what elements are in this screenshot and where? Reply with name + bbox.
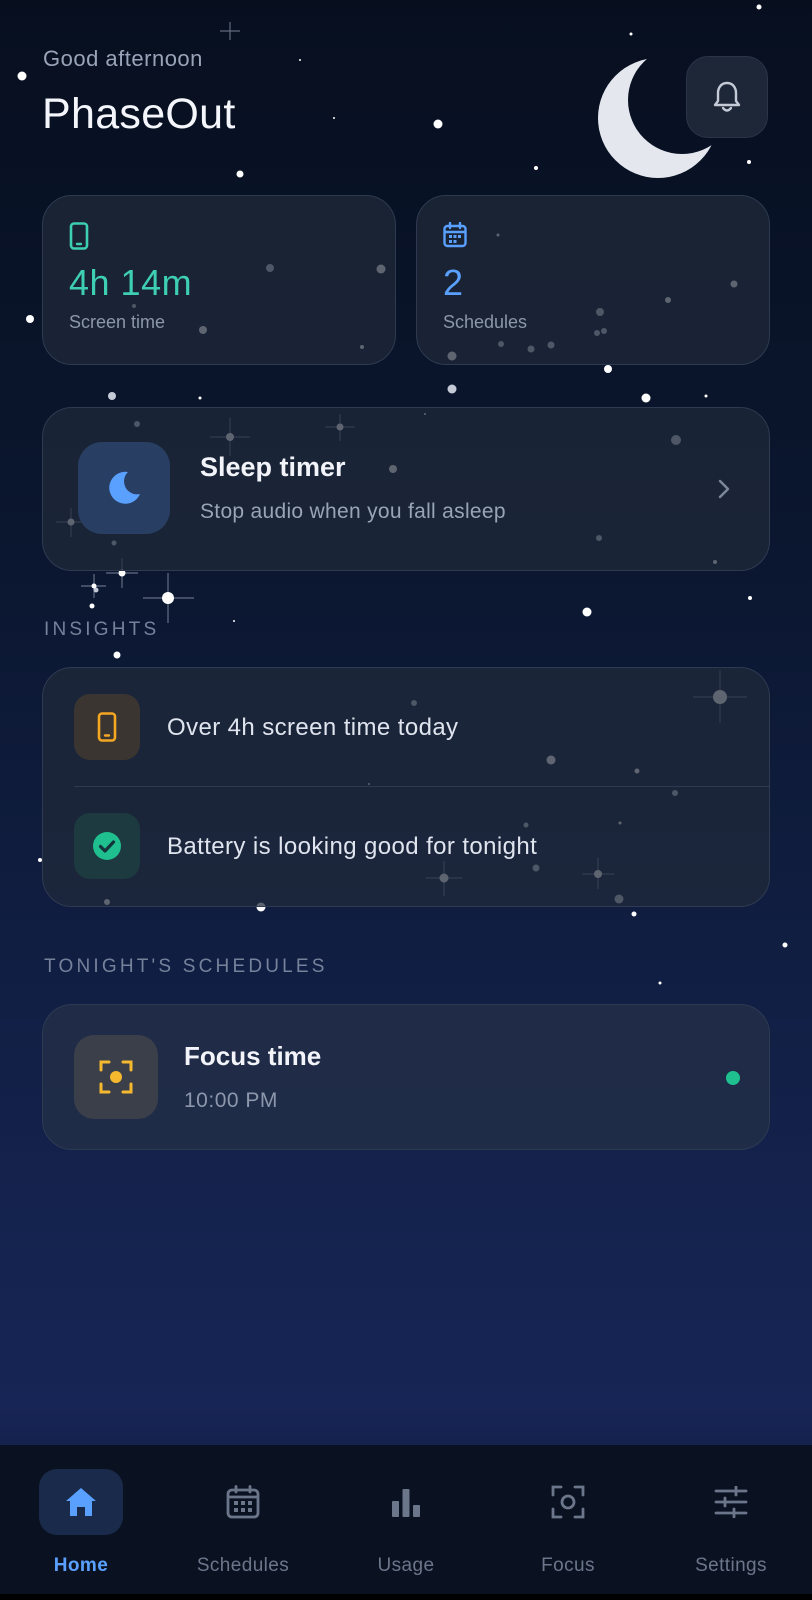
nav-item-usage[interactable]: Usage <box>336 1469 476 1579</box>
sliders-icon <box>714 1486 748 1518</box>
screen-time-label: Screen time <box>69 312 166 332</box>
sleep-timer-subtitle: Stop audio when you fall asleep <box>200 500 506 523</box>
bar-chart-icon <box>392 1489 420 1517</box>
insight-text: Battery is looking good for tonight <box>167 833 538 860</box>
app-screen: Good afternoon PhaseOut 4h 14m Screen ti… <box>0 0 812 1600</box>
check-circle-icon <box>93 832 121 860</box>
schedule-time: 10:00 PM <box>184 1089 278 1112</box>
focus-icon <box>99 1060 133 1094</box>
schedules-card[interactable]: 2 Schedules <box>416 195 770 365</box>
nav-icon-wrap <box>39 1469 123 1535</box>
insight-row[interactable]: Over 4h screen time today <box>43 668 769 787</box>
schedule-status-dot <box>726 1071 740 1085</box>
bell-icon <box>713 81 741 112</box>
home-icon <box>66 1488 96 1516</box>
sleep-timer-icon-box <box>78 442 170 534</box>
insights-card: Over 4h screen time today Battery is loo… <box>42 667 770 907</box>
schedule-card-focus[interactable]: Focus time 10:00 PM <box>42 1004 770 1150</box>
nav-icon-wrap <box>364 1469 448 1535</box>
nav-label-focus: Focus <box>541 1555 595 1576</box>
phone-icon <box>69 222 89 250</box>
schedule-title: Focus time <box>184 1041 322 1071</box>
sleep-timer-card[interactable]: Sleep timer Stop audio when you fall asl… <box>42 407 770 571</box>
nav-label-home: Home <box>53 1555 109 1576</box>
nav-icon-wrap <box>526 1469 610 1535</box>
nav-label-schedules: Schedules <box>196 1555 290 1576</box>
screen-time-card[interactable]: 4h 14m Screen time <box>42 195 396 365</box>
nav-item-home[interactable]: Home <box>11 1469 151 1579</box>
schedules-label: Schedules <box>443 312 528 332</box>
insight-text: Over 4h screen time today <box>167 714 459 741</box>
bottom-nav: Home Schedules Usage Focus Settings <box>0 1445 812 1600</box>
nav-item-schedules[interactable]: Schedules <box>173 1469 313 1579</box>
notifications-button[interactable] <box>686 56 768 138</box>
insight-row[interactable]: Battery is looking good for tonight <box>43 787 769 905</box>
insight-icon-box <box>74 813 140 879</box>
app-title: PhaseOut <box>42 90 236 138</box>
schedules-heading: TONIGHT'S SCHEDULES <box>44 956 328 977</box>
calendar-icon <box>226 1485 260 1519</box>
focus-icon <box>551 1485 585 1519</box>
greeting-text: Good afternoon <box>43 46 203 71</box>
calendar-icon <box>443 222 467 248</box>
insight-icon-box <box>74 694 140 760</box>
schedule-icon-box <box>74 1035 158 1119</box>
nav-item-focus[interactable]: Focus <box>498 1469 638 1579</box>
sleep-timer-title: Sleep timer <box>200 452 346 482</box>
schedules-count: 2 <box>443 262 464 303</box>
chevron-right-icon <box>718 479 730 499</box>
screen-time-value: 4h 14m <box>69 262 193 303</box>
phone-icon <box>97 712 117 742</box>
nav-item-settings[interactable]: Settings <box>661 1469 801 1579</box>
insights-heading: INSIGHTS <box>44 619 160 640</box>
nav-label-settings: Settings <box>695 1555 767 1576</box>
nav-icon-wrap <box>201 1469 285 1535</box>
system-bottom-bar <box>0 1594 812 1600</box>
moon-icon <box>109 471 140 504</box>
nav-icon-wrap <box>689 1469 773 1535</box>
nav-label-usage: Usage <box>377 1555 435 1576</box>
